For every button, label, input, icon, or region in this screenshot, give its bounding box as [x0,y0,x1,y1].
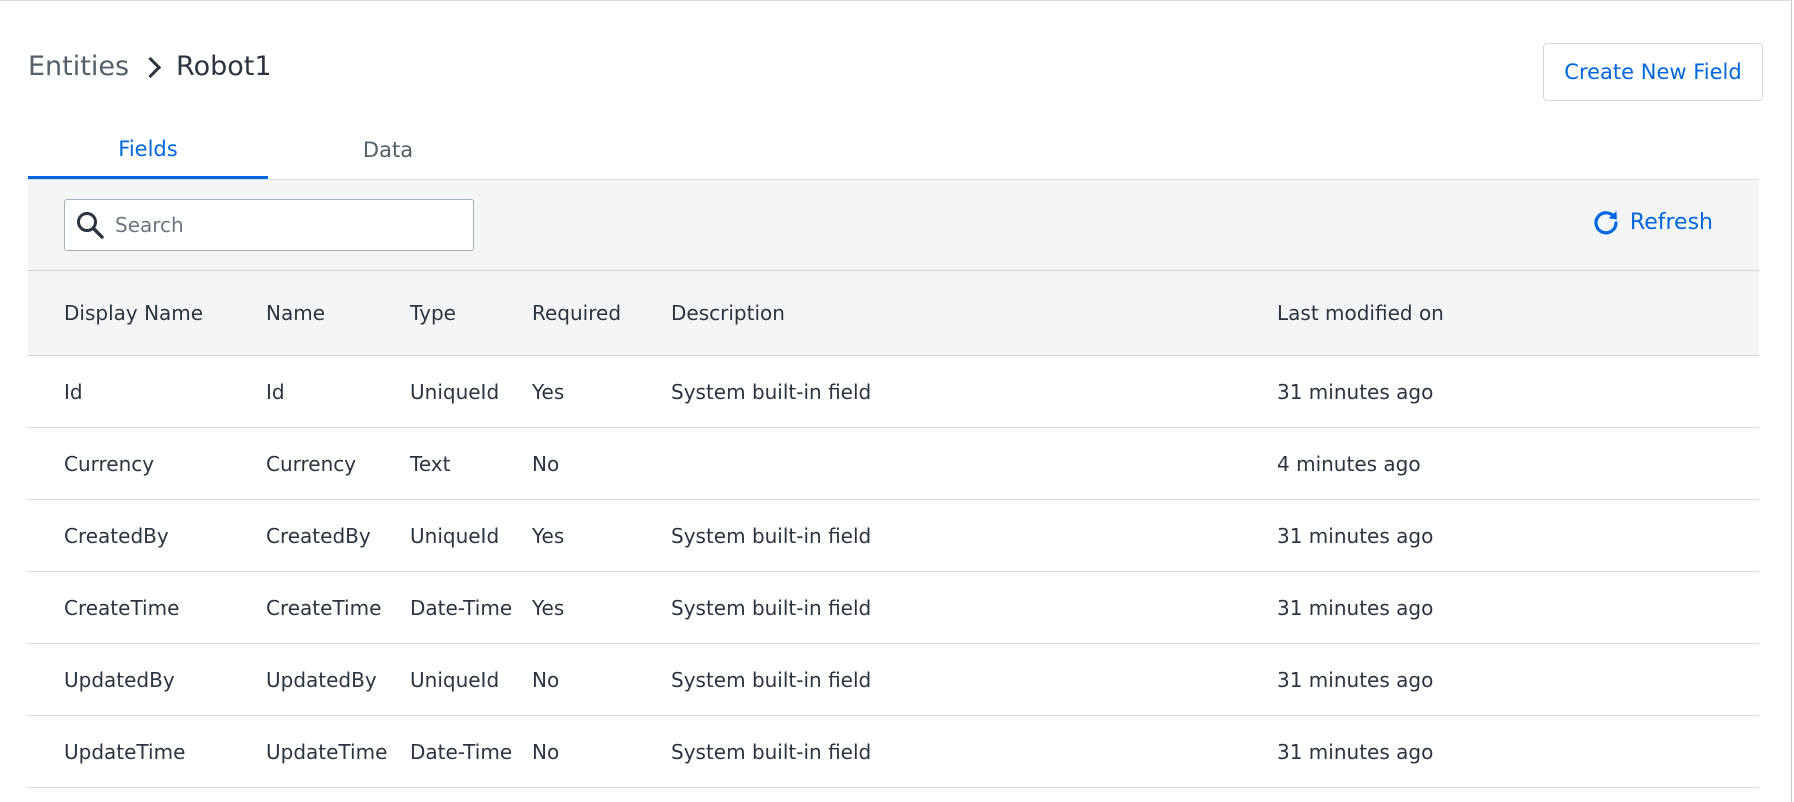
cell-last-modified: 31 minutes ago [1277,739,1434,764]
refresh-button[interactable]: Refresh [1592,208,1713,236]
cell-last-modified: 4 minutes ago [1277,451,1421,476]
cell-name: UpdateTime [266,739,388,764]
cell-name: UpdatedBy [266,667,377,692]
table-toolbar: Refresh [28,180,1759,271]
cell-description: System built-in field [671,739,872,764]
tab-fields[interactable]: Fields [28,121,268,179]
column-header-required[interactable]: Required [532,271,621,355]
table-row[interactable]: CreatedBy CreatedBy UniqueId Yes System … [28,500,1759,572]
table-row[interactable]: UpdateTime UpdateTime Date-Time No Syste… [28,716,1759,788]
table-row[interactable]: UpdatedBy UpdatedBy UniqueId No System b… [28,644,1759,716]
table-header: Display Name Name Type Required Descript… [28,271,1759,356]
cell-name: CreateTime [266,595,382,620]
cell-required: Yes [532,379,565,404]
app-frame: Entities Robot1 Create New Field Fields … [0,0,1792,802]
fields-table: Display Name Name Type Required Descript… [28,271,1759,788]
column-header-last-modified[interactable]: Last modified on [1277,271,1444,355]
cell-type: UniqueId [410,523,500,548]
cell-display-name: CreateTime [64,595,180,620]
column-header-display-name[interactable]: Display Name [64,271,203,355]
cell-description: System built-in field [671,523,872,548]
cell-display-name: CreatedBy [64,523,169,548]
tab-bar: Fields Data [28,121,1759,180]
cell-required: Yes [532,595,565,620]
breadcrumb-entities-link[interactable]: Entities [28,51,129,82]
cell-description: System built-in field [671,667,872,692]
search-input[interactable] [113,212,457,238]
cell-last-modified: 31 minutes ago [1277,379,1434,404]
table-row[interactable]: Id Id UniqueId Yes System built-in field… [28,356,1759,428]
cell-display-name: UpdatedBy [64,667,175,692]
cell-name: Currency [266,451,357,476]
breadcrumb: Entities Robot1 [28,51,272,82]
cell-display-name: Id [64,379,83,404]
refresh-label: Refresh [1629,209,1713,235]
cell-type: Text [410,451,451,476]
column-header-type[interactable]: Type [410,271,456,355]
tab-data[interactable]: Data [268,121,508,179]
cell-description: System built-in field [671,595,872,620]
page-title: Robot1 [176,51,272,82]
cell-type: UniqueId [410,667,500,692]
cell-last-modified: 31 minutes ago [1277,595,1434,620]
cell-display-name: Currency [64,451,155,476]
column-header-description[interactable]: Description [671,271,785,355]
cell-description: System built-in field [671,379,872,404]
cell-last-modified: 31 minutes ago [1277,667,1434,692]
cell-type: UniqueId [410,379,500,404]
cell-name: CreatedBy [266,523,371,548]
table-row[interactable]: Currency Currency Text No 4 minutes ago [28,428,1759,500]
cell-display-name: UpdateTime [64,739,186,764]
cell-required: No [532,667,560,692]
cell-type: Date-Time [410,595,513,620]
cell-required: No [532,451,560,476]
table-row[interactable]: CreateTime CreateTime Date-Time Yes Syst… [28,572,1759,644]
column-header-name[interactable]: Name [266,271,325,355]
cell-last-modified: 31 minutes ago [1277,523,1434,548]
search-box[interactable] [64,199,474,251]
create-new-field-button[interactable]: Create New Field [1543,43,1763,101]
cell-required: Yes [532,523,565,548]
chevron-right-icon [139,56,162,79]
refresh-icon [1594,211,1618,235]
cell-name: Id [266,379,285,404]
search-icon [77,212,104,239]
page-header: Entities Robot1 Create New Field [28,43,1763,103]
cell-required: No [532,739,560,764]
cell-type: Date-Time [410,739,513,764]
